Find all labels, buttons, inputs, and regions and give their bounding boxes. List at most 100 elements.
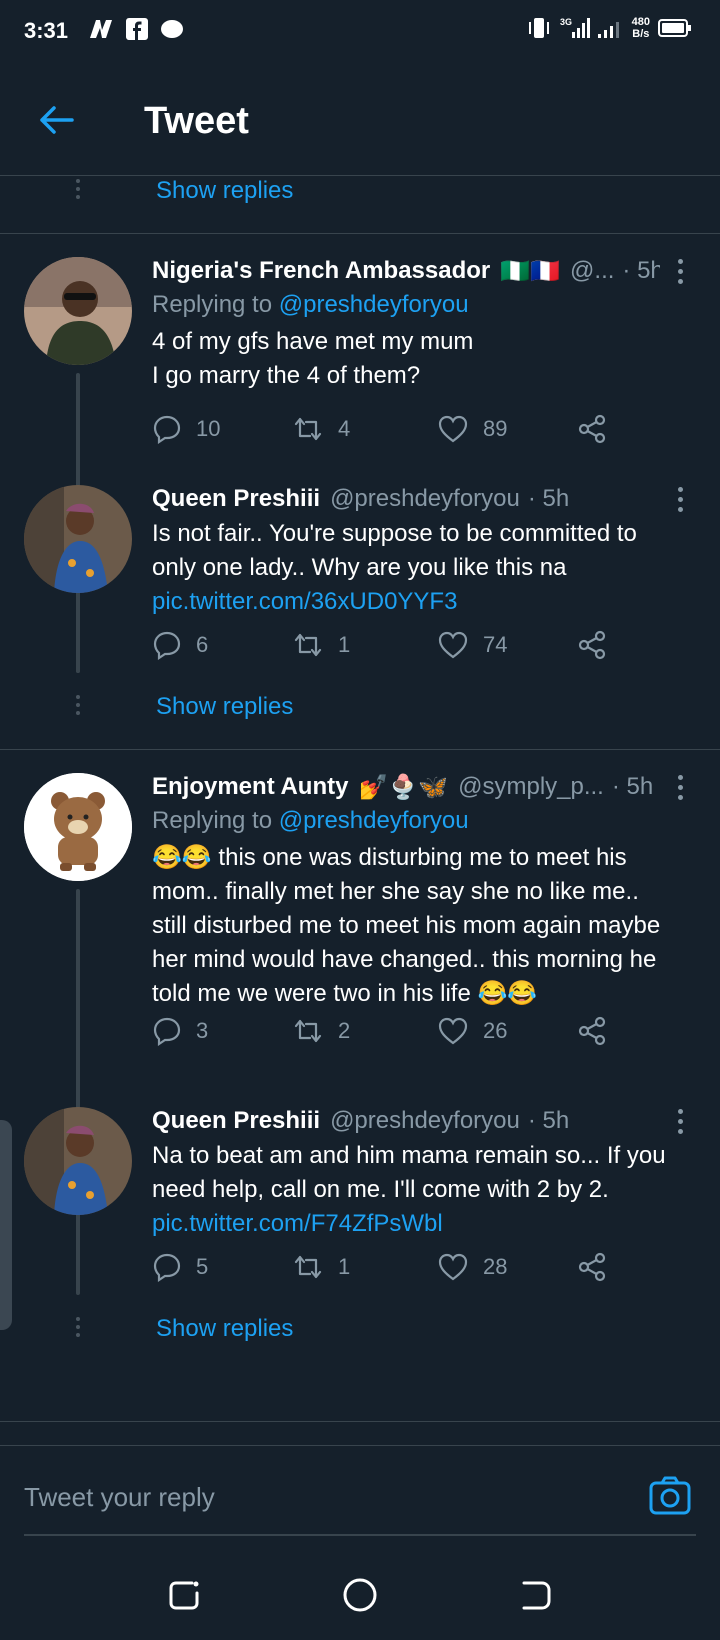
share-icon bbox=[578, 414, 606, 444]
reply-composer: Tweet your reply bbox=[0, 1445, 720, 1545]
heart-icon bbox=[438, 631, 468, 659]
tweet-text-line: her mind would have changed.. this morni… bbox=[152, 946, 657, 973]
retweet-button[interactable]: 1 bbox=[292, 1247, 350, 1287]
tweet-text-line: Na to beat am and him mama remain so... … bbox=[152, 1142, 666, 1169]
home-circle-icon bbox=[343, 1578, 377, 1612]
reply-count: 5 bbox=[196, 1254, 209, 1279]
avatar[interactable] bbox=[24, 485, 132, 593]
heart-icon bbox=[438, 415, 468, 443]
signal-3g-icon: 3G bbox=[560, 17, 590, 38]
retweet-icon bbox=[294, 1255, 322, 1279]
like-count: 28 bbox=[483, 1254, 508, 1279]
reply-button[interactable]: 5 bbox=[152, 1247, 208, 1287]
retweet-button[interactable]: 1 bbox=[292, 625, 350, 665]
replying-handle-link[interactable]: @preshdeyforyou bbox=[279, 807, 469, 834]
replying-handle-link[interactable]: @preshdeyforyou bbox=[279, 291, 469, 318]
retweet-count: 1 bbox=[338, 632, 351, 657]
recents-button[interactable] bbox=[164, 1575, 204, 1615]
avatar[interactable] bbox=[24, 257, 132, 365]
thread-dots bbox=[76, 179, 80, 203]
tweet-header: Enjoyment Aunty 💅🍨🦋 @symply_p... · 5h bbox=[152, 769, 660, 805]
user-handle[interactable]: @symply_p... bbox=[458, 773, 604, 801]
thread-dots bbox=[76, 1317, 80, 1341]
network-speed-unit: B/s bbox=[632, 28, 650, 40]
tweet-header: Nigeria's French Ambassador 🇳🇬🇫🇷 @... · … bbox=[152, 253, 660, 289]
share-icon bbox=[578, 1252, 606, 1282]
reply-icon bbox=[153, 1253, 181, 1282]
home-button[interactable] bbox=[340, 1575, 380, 1615]
like-button[interactable]: 74 bbox=[437, 625, 507, 665]
reply-button[interactable]: 6 bbox=[152, 625, 208, 665]
tweet-media-link[interactable]: pic.twitter.com/F74ZfPsWbl bbox=[152, 1207, 692, 1241]
tweet-actions: 6 1 74 bbox=[152, 625, 632, 665]
display-name[interactable]: Nigeria's French Ambassador bbox=[152, 257, 490, 285]
reply-count: 10 bbox=[196, 416, 221, 441]
tweet-text: Na to beat am and him mama remain so... … bbox=[152, 1139, 692, 1241]
camera-button[interactable] bbox=[648, 1474, 692, 1518]
chat-bubble-icon bbox=[161, 20, 183, 38]
header: Tweet bbox=[0, 64, 720, 176]
display-name[interactable]: Queen Preshiii bbox=[152, 1107, 320, 1135]
more-options-button[interactable] bbox=[668, 481, 692, 517]
user-handle[interactable]: @preshdeyforyou bbox=[330, 485, 520, 513]
tweet-thread[interactable]: Show replies Nigeria's French Ambassador… bbox=[0, 177, 720, 1445]
more-options-button[interactable] bbox=[668, 1103, 692, 1139]
tweet-text-line: mom.. finally met her she say she no lik… bbox=[152, 878, 639, 905]
tweet-text-line: need help, call on me. I'll come with 2 … bbox=[152, 1176, 609, 1203]
more-options-button[interactable] bbox=[668, 769, 692, 805]
show-replies-link[interactable]: Show replies bbox=[156, 693, 293, 721]
like-button[interactable]: 26 bbox=[437, 1011, 507, 1051]
replying-prefix: Replying to bbox=[152, 291, 273, 318]
page-title: Tweet bbox=[144, 100, 249, 142]
retweet-count: 4 bbox=[338, 416, 351, 441]
notification-icons bbox=[88, 18, 184, 40]
tweet-text: 😂😂 this one was disturbing me to meet hi… bbox=[152, 841, 692, 1011]
avatar[interactable] bbox=[24, 773, 132, 881]
user-handle[interactable]: @preshdeyforyou bbox=[330, 1107, 520, 1135]
divider bbox=[0, 233, 720, 234]
timestamp: · 5h bbox=[611, 773, 654, 800]
share-icon bbox=[578, 1016, 606, 1046]
like-button[interactable]: 89 bbox=[437, 409, 507, 449]
show-replies-link[interactable]: Show replies bbox=[156, 1315, 293, 1343]
side-drawer-handle[interactable] bbox=[0, 1120, 12, 1330]
tweet-media-link[interactable]: pic.twitter.com/36xUD0YYF3 bbox=[152, 585, 692, 619]
reply-button[interactable]: 3 bbox=[152, 1011, 208, 1051]
thread-dots bbox=[76, 695, 80, 719]
reply-input[interactable]: Tweet your reply bbox=[24, 1482, 215, 1513]
back-nav-button[interactable] bbox=[516, 1575, 556, 1615]
share-button[interactable] bbox=[576, 1247, 608, 1287]
tweet-text-line: Is not fair.. You're suppose to be commi… bbox=[152, 520, 637, 547]
back-button[interactable] bbox=[34, 98, 78, 142]
display-name[interactable]: Enjoyment Aunty bbox=[152, 773, 348, 801]
avatar[interactable] bbox=[24, 1107, 132, 1215]
like-button[interactable]: 28 bbox=[437, 1247, 507, 1287]
user-handle[interactable]: @... bbox=[570, 257, 614, 285]
tweet-text-line: 😂😂 this one was disturbing me to meet hi… bbox=[152, 844, 627, 871]
retweet-button[interactable]: 4 bbox=[292, 409, 350, 449]
share-button[interactable] bbox=[576, 409, 608, 449]
reply-count: 3 bbox=[196, 1018, 209, 1043]
divider bbox=[0, 749, 720, 750]
display-name[interactable]: Queen Preshiii bbox=[152, 485, 320, 513]
show-replies-link[interactable]: Show replies bbox=[156, 177, 293, 205]
tweet-text-line: 4 of my gfs have met my mum bbox=[152, 328, 474, 355]
flag-emojis: 🇳🇬🇫🇷 bbox=[500, 257, 561, 285]
reply-button[interactable]: 10 bbox=[152, 409, 220, 449]
timestamp: · 5h bbox=[622, 257, 660, 284]
tweet-actions: 10 4 89 bbox=[152, 409, 632, 449]
facebook-icon bbox=[126, 18, 148, 40]
share-button[interactable] bbox=[576, 625, 608, 665]
divider bbox=[0, 1421, 720, 1422]
tweet-header: Queen Preshiii @preshdeyforyou · 5h bbox=[152, 1103, 660, 1139]
retweet-button[interactable]: 2 bbox=[292, 1011, 350, 1051]
status-bar: 3:31 3G 480 B/s bbox=[0, 0, 720, 64]
heart-icon bbox=[438, 1017, 468, 1045]
reply-count: 6 bbox=[196, 632, 209, 657]
share-button[interactable] bbox=[576, 1011, 608, 1051]
retweet-count: 1 bbox=[338, 1254, 351, 1279]
svg-text:3G: 3G bbox=[560, 17, 572, 27]
thread-line bbox=[76, 1215, 80, 1295]
tweet-text: 4 of my gfs have met my mum I go marry t… bbox=[152, 325, 692, 393]
more-options-button[interactable] bbox=[668, 253, 692, 289]
